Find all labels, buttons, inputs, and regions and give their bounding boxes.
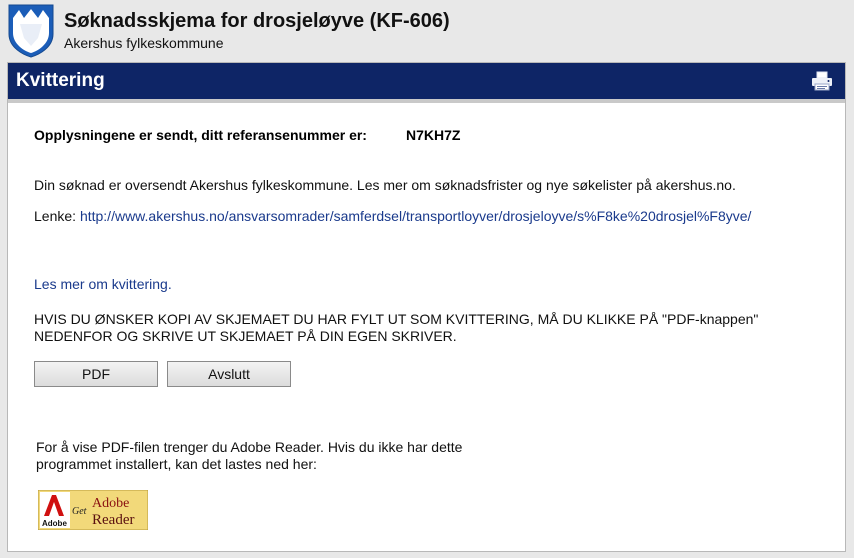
exit-button[interactable]: Avslutt — [167, 361, 291, 387]
akershus-link[interactable]: http://www.akershus.no/ansvarsomrader/sa… — [80, 208, 752, 224]
reference-number: N7KH7Z — [406, 127, 461, 143]
badge-reader-text: Reader — [92, 512, 134, 528]
organization-name: Akershus fylkeskommune — [64, 35, 224, 51]
pdf-instructions: HVIS DU ØNSKER KOPI AV SKJEMAET DU HAR F… — [34, 311, 759, 344]
receipt-info-link[interactable]: Les mer om kvittering. — [34, 276, 172, 292]
badge-adobe-text: Adobe — [92, 496, 129, 511]
reference-label: Opplysningene er sendt, ditt referansenu… — [34, 127, 367, 143]
county-crest-icon — [8, 4, 54, 58]
link-line: Lenke: http://www.akershus.no/ansvarsomr… — [34, 208, 751, 224]
receipt-panel: Kvittering Opplysningene er sendt, ditt … — [7, 62, 846, 552]
panel-title: Kvittering — [16, 70, 105, 91]
adobe-reader-note: For å vise PDF-filen trenger du Adobe Re… — [36, 439, 463, 472]
get-adobe-reader-badge[interactable]: Adobe Get Adobe Reader — [38, 490, 148, 530]
page-header: Søknadsskjema for drosjeløyve (KF-606) A… — [0, 0, 854, 62]
panel-title-bar: Kvittering — [8, 63, 845, 103]
submission-info: Din søknad er oversendt Akershus fylkesk… — [34, 177, 736, 193]
print-icon[interactable] — [811, 71, 833, 91]
badge-brand-text: Adobe — [42, 519, 67, 528]
pdf-button[interactable]: PDF — [34, 361, 158, 387]
badge-get-text: Get — [72, 506, 87, 517]
reference-line: Opplysningene er sendt, ditt referansenu… — [34, 127, 460, 143]
link-label: Lenke: — [34, 208, 77, 224]
app-title: Søknadsskjema for drosjeløyve (KF-606) — [64, 10, 450, 32]
